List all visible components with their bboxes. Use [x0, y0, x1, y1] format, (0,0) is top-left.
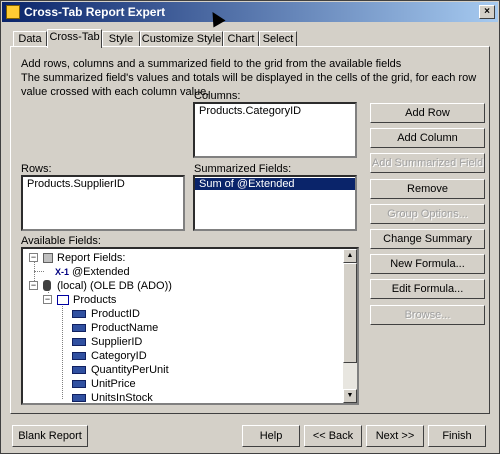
table-icon — [57, 295, 69, 305]
tree-label: UnitPrice — [91, 378, 136, 390]
tree-label: Report Fields: — [57, 252, 126, 264]
scroll-up-arrow-icon[interactable]: ▲ — [343, 249, 357, 263]
tab-style[interactable]: Style — [102, 31, 140, 47]
available-fields-label: Available Fields: — [21, 235, 101, 247]
app-icon — [6, 5, 20, 19]
tree-label: UnitsInStock — [91, 392, 153, 404]
add-column-button[interactable]: Add Column — [370, 128, 485, 148]
tree-label: QuantityPerUnit — [91, 364, 169, 376]
collapse-toggle-icon[interactable]: − — [29, 253, 38, 262]
field-icon — [72, 324, 86, 332]
browse-button[interactable]: Browse... — [370, 305, 485, 325]
vertical-scrollbar[interactable]: ▲ ▼ — [343, 249, 357, 403]
close-button[interactable]: × — [479, 5, 495, 19]
change-summary-button[interactable]: Change Summary — [370, 229, 485, 249]
tree-connector — [34, 271, 44, 272]
field-icon — [72, 352, 86, 360]
tree-label: CategoryID — [91, 350, 147, 362]
tab-chart[interactable]: Chart — [223, 31, 259, 47]
instructions: Add rows, columns and a summarized field… — [21, 57, 491, 99]
instruction-line-1: Add rows, columns and a summarized field… — [21, 58, 402, 70]
group-options-button[interactable]: Group Options... — [370, 204, 485, 224]
report-fields-icon — [43, 253, 53, 263]
field-icon — [72, 338, 86, 346]
field-icon — [72, 366, 86, 374]
tree-connector — [62, 301, 63, 399]
list-item-selected[interactable]: Sum of @Extended — [195, 178, 355, 190]
tab-cross-tab[interactable]: Cross-Tab — [47, 29, 102, 48]
field-icon — [72, 394, 86, 402]
edit-formula-button[interactable]: Edit Formula... — [370, 279, 485, 299]
tree-label: ProductName — [91, 322, 159, 334]
tab-select[interactable]: Select — [259, 31, 297, 47]
next-button[interactable]: Next >> — [366, 425, 424, 447]
tree-label: Products — [73, 294, 117, 306]
field-icon — [72, 310, 86, 318]
summarized-fields-label: Summarized Fields: — [194, 163, 292, 175]
rows-list[interactable]: Products.SupplierID — [21, 175, 185, 231]
columns-list[interactable]: Products.CategoryID — [193, 102, 357, 158]
finish-button[interactable]: Finish — [428, 425, 486, 447]
tree-label: @Extended — [72, 266, 130, 278]
rows-label: Rows: — [21, 163, 52, 175]
blank-report-button[interactable]: Blank Report — [12, 425, 88, 447]
field-icon — [72, 380, 86, 388]
tree-label: SupplierID — [91, 336, 143, 348]
tree-label: ProductID — [91, 308, 140, 320]
window-title: Cross-Tab Report Expert — [24, 5, 166, 19]
list-item[interactable]: Products.SupplierID — [25, 178, 127, 190]
tab-customize-style[interactable]: Customize Style — [140, 31, 223, 47]
add-row-button[interactable]: Add Row — [370, 103, 485, 123]
help-button[interactable]: Help — [242, 425, 300, 447]
title-bar[interactable]: Cross-Tab Report Expert × — [2, 2, 498, 22]
list-item[interactable]: Products.CategoryID — [197, 105, 303, 117]
scroll-down-arrow-icon[interactable]: ▼ — [343, 389, 357, 403]
remove-button[interactable]: Remove — [370, 179, 485, 199]
scroll-thumb[interactable] — [343, 263, 357, 363]
tree-label: (local) (OLE DB (ADO)) — [57, 280, 172, 292]
available-fields-tree[interactable]: − Report Fields: X-1 @Extended − (local)… — [21, 247, 359, 405]
report-expert-window: Cross-Tab Report Expert × Data Cross-Tab… — [0, 0, 500, 454]
collapse-toggle-icon[interactable]: − — [43, 295, 52, 304]
tab-data[interactable]: Data — [13, 31, 47, 47]
summarized-fields-list[interactable]: Sum of @Extended — [193, 175, 357, 231]
add-summarized-field-button[interactable]: Add Summarized Field — [370, 153, 485, 173]
database-icon — [43, 280, 51, 291]
collapse-toggle-icon[interactable]: − — [29, 281, 38, 290]
back-button[interactable]: << Back — [304, 425, 362, 447]
instruction-line-2: The summarized field's values and totals… — [21, 72, 477, 98]
formula-icon: X-1 — [55, 267, 70, 277]
new-formula-button[interactable]: New Formula... — [370, 254, 485, 274]
columns-label: Columns: — [194, 90, 241, 102]
